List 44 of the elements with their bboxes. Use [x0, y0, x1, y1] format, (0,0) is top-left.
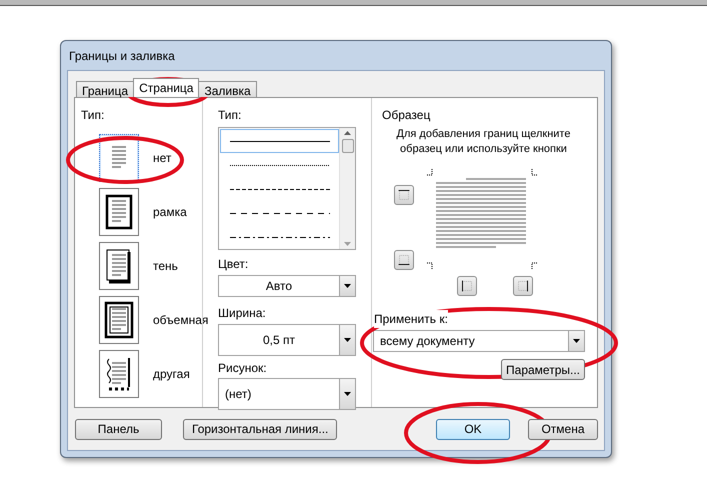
tab[interactable]: Заливка — [198, 81, 257, 97]
border-button[interactable] — [457, 276, 477, 296]
color-label: Цвет: — [218, 256, 250, 273]
apply-to-label: Применить к: — [374, 310, 448, 328]
line-sample-icon — [230, 236, 330, 238]
preview-title: Образец — [382, 107, 432, 124]
border-button[interactable] — [513, 276, 533, 296]
setting-option-label: объемная — [153, 312, 208, 329]
line-style-list[interactable] — [218, 127, 356, 250]
line-sample-icon — [230, 140, 330, 142]
dropdown-arrow-icon — [344, 338, 351, 342]
setting-option-label: другая — [153, 366, 190, 383]
line-sample-icon — [230, 188, 330, 190]
tab[interactable]: Страница — [133, 78, 200, 97]
line-sample-icon — [230, 164, 330, 166]
dropdown-arrow-icon — [344, 392, 351, 396]
line-sample-icon — [230, 212, 330, 214]
art-dropdown[interactable]: (нет) — [218, 378, 356, 410]
scrollbar[interactable] — [339, 128, 355, 249]
dialog-button[interactable]: Отмена — [528, 418, 598, 440]
style-label: Тип: — [218, 107, 242, 124]
dialog-button[interactable]: Панель — [75, 418, 162, 440]
art-label: Рисунок: — [218, 360, 268, 377]
width-label: Ширина: — [218, 305, 267, 322]
setting-option-label: нет — [153, 150, 172, 167]
tab[interactable]: Граница — [76, 81, 134, 97]
scroll-thumb[interactable] — [342, 139, 354, 153]
border-button[interactable] — [394, 250, 414, 270]
dropdown-arrow-icon — [573, 339, 580, 343]
border-button[interactable] — [394, 185, 414, 205]
dropdown-arrow-icon — [344, 284, 351, 288]
setting-option-label: рамка — [153, 204, 187, 221]
width-dropdown[interactable]: 0,5 пт — [218, 324, 356, 356]
setting-option-label: тень — [153, 258, 178, 275]
dialog-button[interactable]: Горизонтальная линия... — [183, 418, 338, 440]
setting-label: Тип: — [81, 107, 106, 124]
dialog-button[interactable]: OK — [436, 418, 510, 440]
preview-hint: Для добавления границ щелкните образец или используйте кнопки — [396, 127, 572, 157]
window-title: Границы и заливка — [69, 48, 175, 64]
line-style-option[interactable] — [220, 129, 339, 153]
apply-to-dropdown[interactable]: всему документу — [373, 330, 585, 352]
color-dropdown[interactable]: Авто — [218, 275, 356, 297]
options-button[interactable]: Параметры... — [501, 359, 585, 380]
scroll-up-icon[interactable] — [344, 131, 351, 135]
